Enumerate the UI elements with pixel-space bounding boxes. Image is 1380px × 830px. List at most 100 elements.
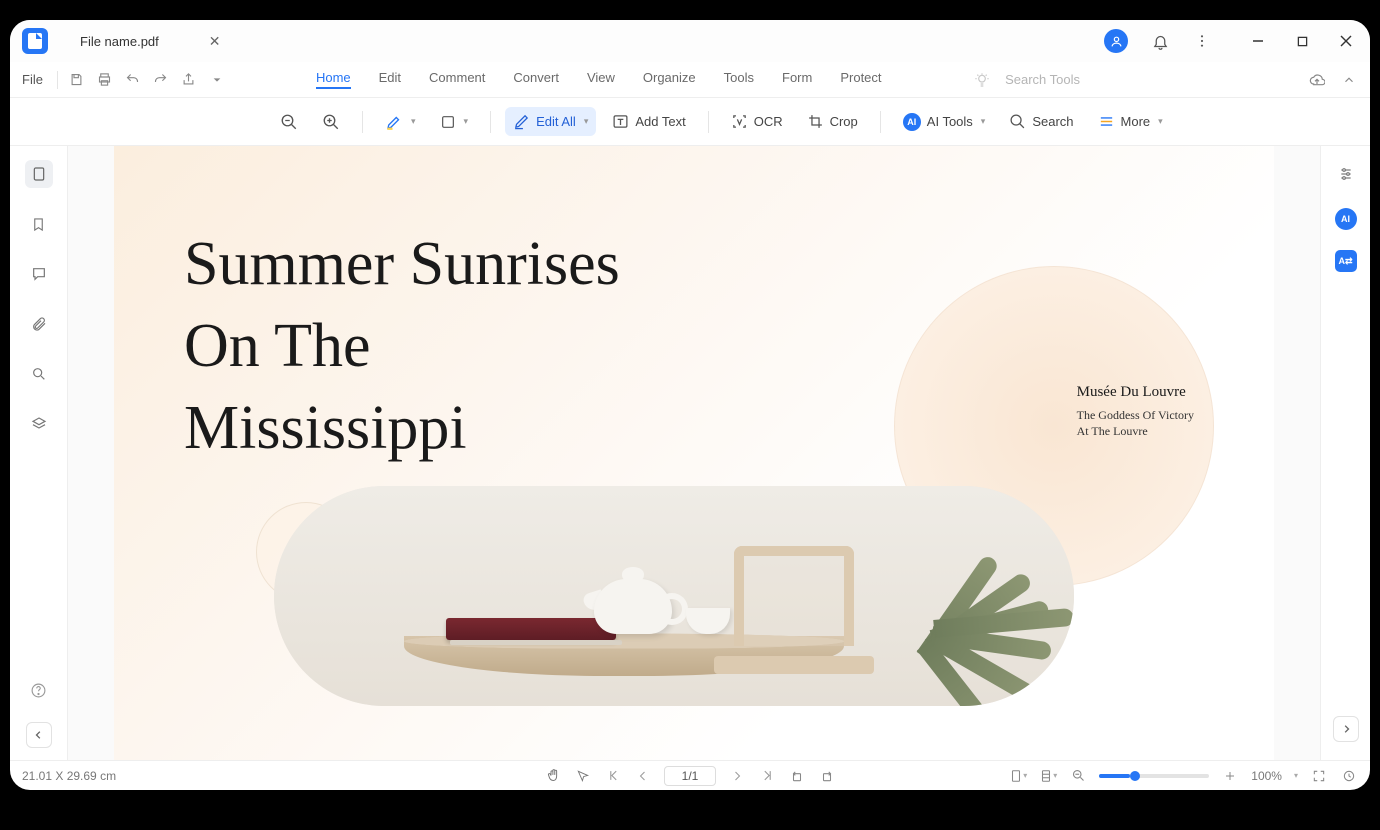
page-layout-icon[interactable]: ▾ — [1039, 767, 1057, 785]
right-rail-collapse-button[interactable] — [1333, 716, 1359, 742]
translate-panel-icon[interactable]: A⇄ — [1335, 250, 1357, 272]
read-mode-icon[interactable] — [1340, 767, 1358, 785]
menubar: File Home Edit Comment Convert View Orga… — [10, 62, 1370, 98]
notifications-bell-icon[interactable] — [1150, 31, 1170, 51]
undo-icon[interactable] — [124, 71, 142, 89]
crop-button[interactable]: Crop — [799, 107, 866, 136]
search-tools-input[interactable]: Search Tools — [1005, 72, 1080, 87]
properties-panel-icon[interactable] — [1332, 160, 1360, 188]
zoom-out-button[interactable] — [272, 107, 306, 137]
collapse-ribbon-icon[interactable] — [1340, 71, 1358, 89]
zoom-level: 100% — [1251, 769, 1282, 783]
tab-protect[interactable]: Protect — [840, 70, 881, 89]
layers-panel-icon[interactable] — [25, 410, 53, 438]
window-minimize-button[interactable] — [1246, 29, 1270, 53]
ocr-label: OCR — [754, 114, 783, 129]
document-canvas[interactable]: Summer Sunrises On The Mississippi Musée… — [68, 146, 1320, 760]
comments-panel-icon[interactable] — [25, 260, 53, 288]
ai-tools-button[interactable]: AI AI Tools ▾ — [895, 107, 994, 137]
menu-tabs: Home Edit Comment Convert View Organize … — [316, 70, 882, 89]
highlighter-button[interactable]: ▾ — [377, 107, 424, 137]
left-rail — [10, 146, 68, 760]
zoom-in-button[interactable] — [314, 107, 348, 137]
separator — [490, 111, 491, 133]
left-rail-collapse-button[interactable] — [26, 722, 52, 748]
chevron-down-icon: ▾ — [464, 116, 469, 127]
cloud-upload-icon[interactable] — [1308, 71, 1326, 89]
tab-form[interactable]: Form — [782, 70, 812, 89]
tab-filename: File name.pdf — [80, 34, 159, 49]
separator — [57, 71, 58, 89]
page-fit-icon[interactable]: ▾ — [1009, 767, 1027, 785]
first-page-icon[interactable] — [604, 767, 622, 785]
side-body-2: At The Louvre — [1077, 424, 1148, 438]
tab-close-icon[interactable]: ✕ — [209, 33, 221, 50]
tab-comment[interactable]: Comment — [429, 70, 485, 89]
help-icon[interactable] — [25, 676, 53, 704]
kebab-menu-icon[interactable] — [1192, 31, 1212, 51]
save-icon[interactable] — [68, 71, 86, 89]
last-page-icon[interactable] — [758, 767, 776, 785]
title-line-1: Summer Sunrises — [184, 224, 620, 306]
thumbnails-panel-icon[interactable] — [25, 160, 53, 188]
redo-icon[interactable] — [152, 71, 170, 89]
zoom-out-status-icon[interactable] — [1069, 767, 1087, 785]
zoom-in-status-icon[interactable] — [1221, 767, 1239, 785]
document-tab[interactable]: File name.pdf ✕ — [68, 27, 233, 56]
right-rail: AI A⇄ — [1320, 146, 1370, 760]
edit-all-label: Edit All — [536, 114, 576, 129]
ocr-button[interactable]: OCR — [723, 107, 791, 136]
search-panel-icon[interactable] — [25, 360, 53, 388]
user-avatar-icon[interactable] — [1104, 29, 1128, 53]
rotate-left-icon[interactable] — [788, 767, 806, 785]
page-number-input[interactable] — [664, 766, 716, 786]
separator — [880, 111, 881, 133]
select-tool-icon[interactable] — [574, 767, 592, 785]
zoom-dropdown-icon[interactable]: ▾ — [1294, 771, 1298, 780]
toolbar: ▾ ▾ Edit All ▾ Add Text OCR Crop AI AI T… — [10, 98, 1370, 146]
next-page-icon[interactable] — [728, 767, 746, 785]
tab-tools[interactable]: Tools — [724, 70, 754, 89]
print-icon[interactable] — [96, 71, 114, 89]
shape-button[interactable]: ▾ — [432, 108, 477, 136]
more-label: More — [1121, 114, 1151, 129]
chevron-down-icon: ▾ — [1158, 116, 1163, 127]
ai-badge-icon: AI — [903, 113, 921, 131]
tab-edit[interactable]: Edit — [379, 70, 401, 89]
tab-view[interactable]: View — [587, 70, 615, 89]
hero-image — [274, 486, 1074, 706]
rotate-right-icon[interactable] — [818, 767, 836, 785]
statusbar: 21.01 X 29.69 cm ▾ ▾ 100% ▾ — [10, 760, 1370, 790]
title-line-2: On The — [184, 306, 620, 388]
add-text-button[interactable]: Add Text — [604, 107, 693, 136]
quickaccess-dropdown-icon[interactable] — [208, 71, 226, 89]
tab-home[interactable]: Home — [316, 70, 351, 89]
tab-convert[interactable]: Convert — [513, 70, 559, 89]
document-title: Summer Sunrises On The Mississippi — [184, 224, 620, 469]
fullscreen-icon[interactable] — [1310, 767, 1328, 785]
add-text-label: Add Text — [635, 114, 685, 129]
tab-organize[interactable]: Organize — [643, 70, 696, 89]
lightbulb-icon[interactable] — [973, 71, 991, 89]
zoom-slider[interactable] — [1099, 774, 1209, 778]
chevron-down-icon: ▾ — [411, 116, 416, 127]
separator — [708, 111, 709, 133]
search-button[interactable]: Search — [1001, 107, 1081, 136]
prev-page-icon[interactable] — [634, 767, 652, 785]
file-menu[interactable]: File — [22, 72, 43, 87]
hand-tool-icon[interactable] — [544, 767, 562, 785]
side-caption: Musée Du Louvre The Goddess Of Victory A… — [1077, 384, 1194, 439]
window-maximize-button[interactable] — [1290, 29, 1314, 53]
app-logo-icon — [22, 28, 48, 54]
share-icon[interactable] — [180, 71, 198, 89]
window-close-button[interactable] — [1334, 29, 1358, 53]
chevron-down-icon: ▾ — [981, 116, 986, 127]
edit-all-button[interactable]: Edit All ▾ — [505, 107, 596, 136]
ai-panel-icon[interactable]: AI — [1335, 208, 1357, 230]
attachments-panel-icon[interactable] — [25, 310, 53, 338]
more-button[interactable]: More ▾ — [1090, 107, 1171, 136]
separator — [362, 111, 363, 133]
title-line-3: Mississippi — [184, 388, 620, 470]
bookmarks-panel-icon[interactable] — [25, 210, 53, 238]
search-label: Search — [1032, 114, 1073, 129]
